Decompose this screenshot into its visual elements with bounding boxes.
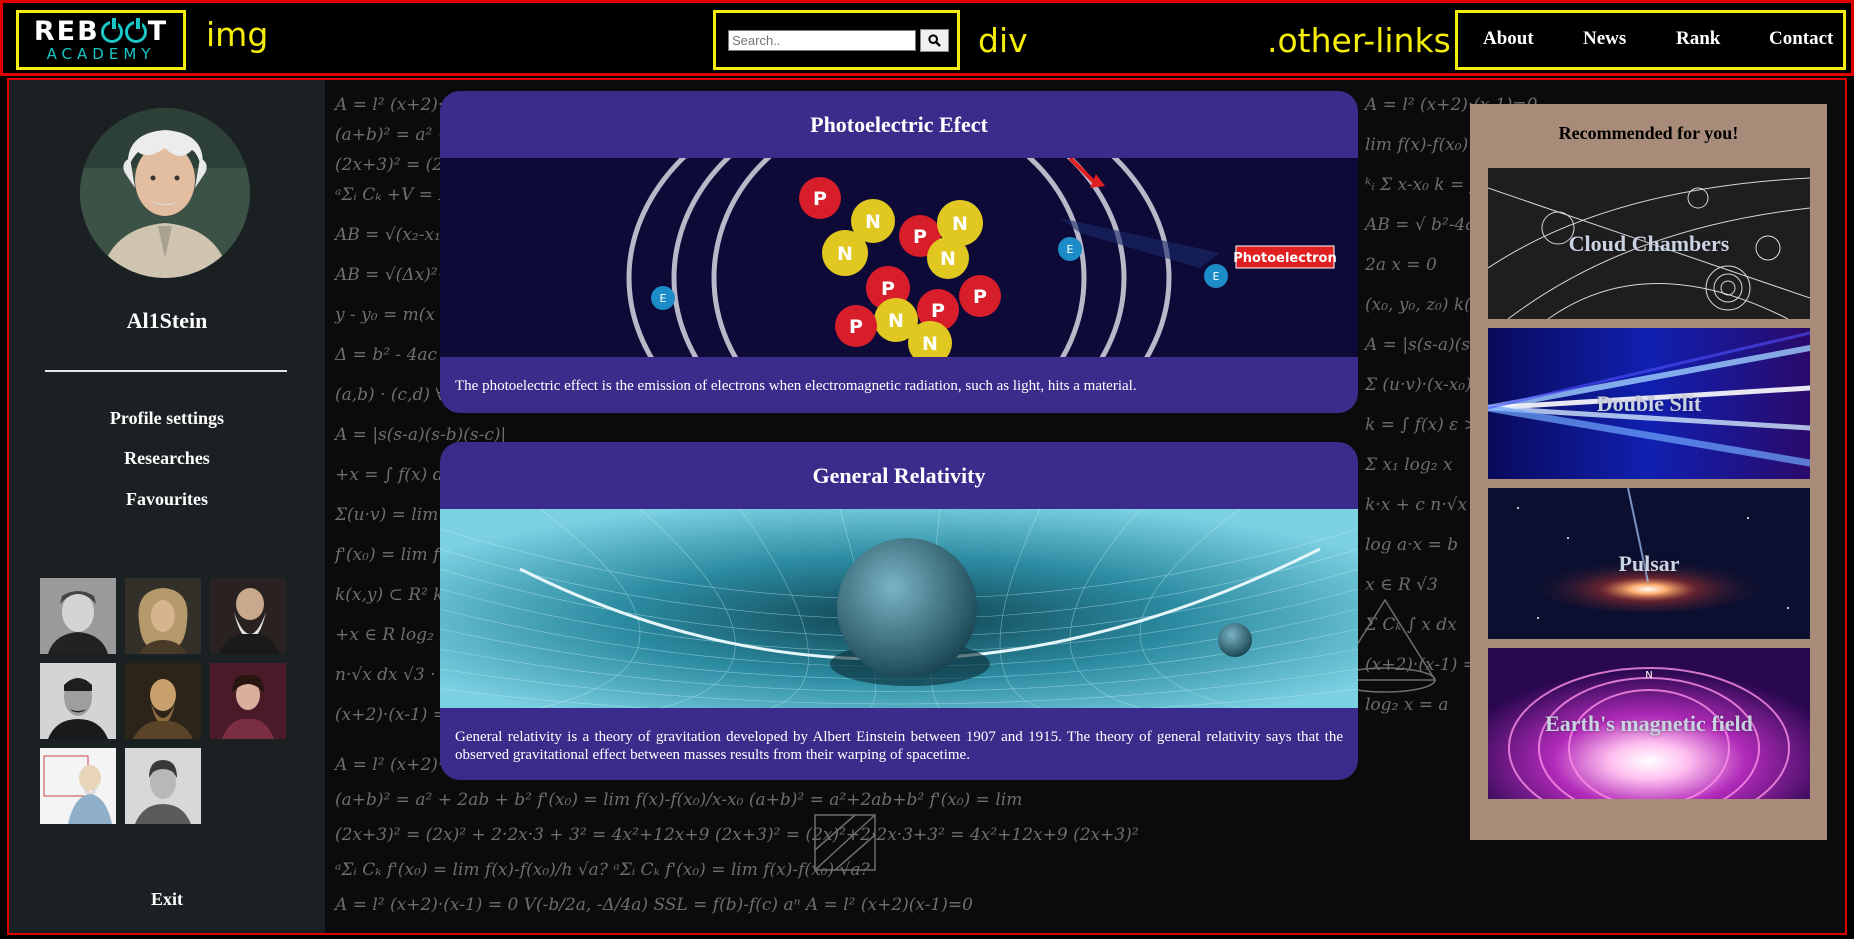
nav-about-link[interactable]: About (1483, 28, 1534, 50)
recommended-item-double-slit[interactable]: Double Slit (1488, 328, 1810, 479)
svg-text:A = l² (x+2)·(x-1) = 0 V(-b: A = l² (x+2)·(x-1) = 0 V(-b/2a, -Δ/4a) S… (333, 895, 973, 915)
card-image (440, 509, 1358, 708)
scientist-thumbnail[interactable] (40, 663, 116, 739)
search-input[interactable] (728, 30, 916, 51)
recommended-item-label: Pulsar (1618, 550, 1680, 576)
svg-text:2a x = 0: 2a x = 0 (1364, 255, 1437, 275)
svg-text:N: N (865, 211, 881, 233)
svg-text:N: N (940, 248, 956, 270)
username: Al1Stein (126, 308, 208, 333)
svg-text:N: N (922, 333, 938, 355)
debug-label-img: img (206, 15, 269, 54)
exit-link[interactable]: Exit (9, 889, 325, 910)
card-image: P N N P N N P P P N P N E E E Photoelect… (440, 158, 1358, 357)
search-icon (928, 34, 941, 47)
recommended-item-pulsar[interactable]: Pulsar (1488, 488, 1810, 639)
svg-text:(a+b)² = a² + 2ab + b² f'(: (a+b)² = a² + 2ab + b² f'(x₀) = lim f(x)… (335, 790, 1022, 810)
card-title: Photoelectric Efect (810, 111, 988, 137)
svg-text:k·x + c n·√x: k·x + c n·√x (1365, 495, 1467, 515)
svg-text:(2x+3)² = (2x)² + 2·2x·3 + 3²: (2x+3)² = (2x)² + 2·2x·3 + 3² = 4x²+12x+… (335, 825, 1139, 845)
svg-text:P: P (813, 188, 827, 210)
logo-subtitle: ACADEMY (46, 45, 156, 63)
article-card[interactable]: Photoelectric Efect P N N P N N P P P N … (440, 91, 1358, 413)
site-logo[interactable]: REB T ACADEMY (16, 10, 186, 70)
photoelectron-label: Photoelectron (1233, 251, 1336, 266)
recommended-item-earth-magnetic-field[interactable]: N Earth's magnetic field (1488, 648, 1810, 799)
debug-label-div: div (978, 21, 1028, 60)
site-header: REBT ACADEMY img div .other-links About … (0, 0, 1854, 76)
card-description: General relativity is a theory of gravit… (455, 729, 1343, 763)
svg-text:E: E (1067, 243, 1074, 256)
svg-text:P: P (973, 286, 987, 308)
researches-link[interactable]: Researches (9, 448, 325, 469)
sidebar-divider (45, 370, 287, 372)
svg-text:AB = √ b²-4ac: AB = √ b²-4ac (1363, 215, 1485, 235)
scientist-thumbnail[interactable] (210, 663, 286, 739)
svg-text:E: E (660, 292, 667, 305)
nav-rank-link[interactable]: Rank (1676, 28, 1720, 50)
svg-text:P: P (881, 278, 895, 300)
svg-text:P: P (931, 300, 945, 322)
svg-text:x ∈ R √3: x ∈ R √3 (1365, 575, 1438, 595)
scientist-thumbnail[interactable] (125, 748, 201, 824)
svg-text:Σ x₁ log₂ x: Σ x₁ log₂ x (1364, 455, 1453, 475)
recommended-item-cloud-chambers[interactable]: Cloud Chambers (1488, 168, 1810, 319)
svg-text:N: N (952, 213, 968, 235)
svg-text:lim f(x)-f(x₀): lim f(x)-f(x₀) (1365, 135, 1468, 155)
svg-text:ᵏᵢ Σ x-x₀ k = y: ᵏᵢ Σ x-x₀ k = y (1365, 175, 1480, 195)
svg-text:P: P (913, 226, 927, 248)
scientist-thumbnail[interactable] (125, 578, 201, 654)
svg-text:N: N (837, 243, 853, 265)
recommended-item-label: Double Slit (1596, 390, 1702, 416)
profile-settings-link[interactable]: Profile settings (9, 408, 325, 429)
scientist-thumbnail[interactable] (40, 748, 116, 824)
avatar[interactable] (80, 108, 250, 278)
recommended-item-label: Earth's magnetic field (1545, 710, 1753, 736)
svg-text:E: E (1213, 270, 1220, 283)
svg-text:ᵃΣᵢ Cₖ f'(x₀) = lim f(x)-f(x: ᵃΣᵢ Cₖ f'(x₀) = lim f(x)-f(x₀)/h √a? ᵃΣᵢ… (335, 860, 870, 880)
other-links-nav: About News Rank Contact (1455, 10, 1846, 70)
svg-text:Σ Cₖ ∫ x dx: Σ Cₖ ∫ x dx (1364, 615, 1457, 635)
card-description: The photoelectric effect is the emission… (455, 378, 1137, 394)
main-container: Al1Stein Profile settings Researches Fav… (7, 78, 1847, 935)
favourites-link[interactable]: Favourites (9, 489, 325, 510)
recommended-panel: Recommended for you! Cloud Chambers Doub… (1470, 104, 1827, 840)
svg-text:P: P (849, 316, 863, 338)
svg-text:(x₀, y₀, z₀) k(x): (x₀, y₀, z₀) k(x) (1365, 295, 1487, 315)
scientist-thumbnail[interactable] (210, 578, 286, 654)
profile-sidebar: Al1Stein Profile settings Researches Fav… (9, 80, 325, 933)
svg-text:AB = √(x₂-x₁)²: AB = √(x₂-x₁)² (333, 225, 454, 245)
article-card[interactable]: General Relativity General relativity is… (440, 442, 1358, 780)
scientist-thumbnail[interactable] (125, 663, 201, 739)
nav-news-link[interactable]: News (1583, 28, 1626, 50)
svg-text:N: N (888, 310, 904, 332)
nav-contact-link[interactable]: Contact (1769, 28, 1833, 50)
debug-label-other-links: .other-links (1267, 21, 1451, 60)
card-title: General Relativity (812, 462, 986, 488)
search-button[interactable] (920, 29, 949, 52)
svg-text:log a·x = b: log a·x = b (1365, 535, 1458, 555)
recommended-item-label: Cloud Chambers (1568, 230, 1730, 256)
scientist-thumbnail[interactable] (40, 578, 116, 654)
search-container (713, 10, 960, 70)
logo-wordmark: REB T (33, 16, 169, 47)
svg-text:log₂ x = a: log₂ x = a (1365, 695, 1449, 715)
recommended-title: Recommended for you! (1558, 123, 1739, 143)
